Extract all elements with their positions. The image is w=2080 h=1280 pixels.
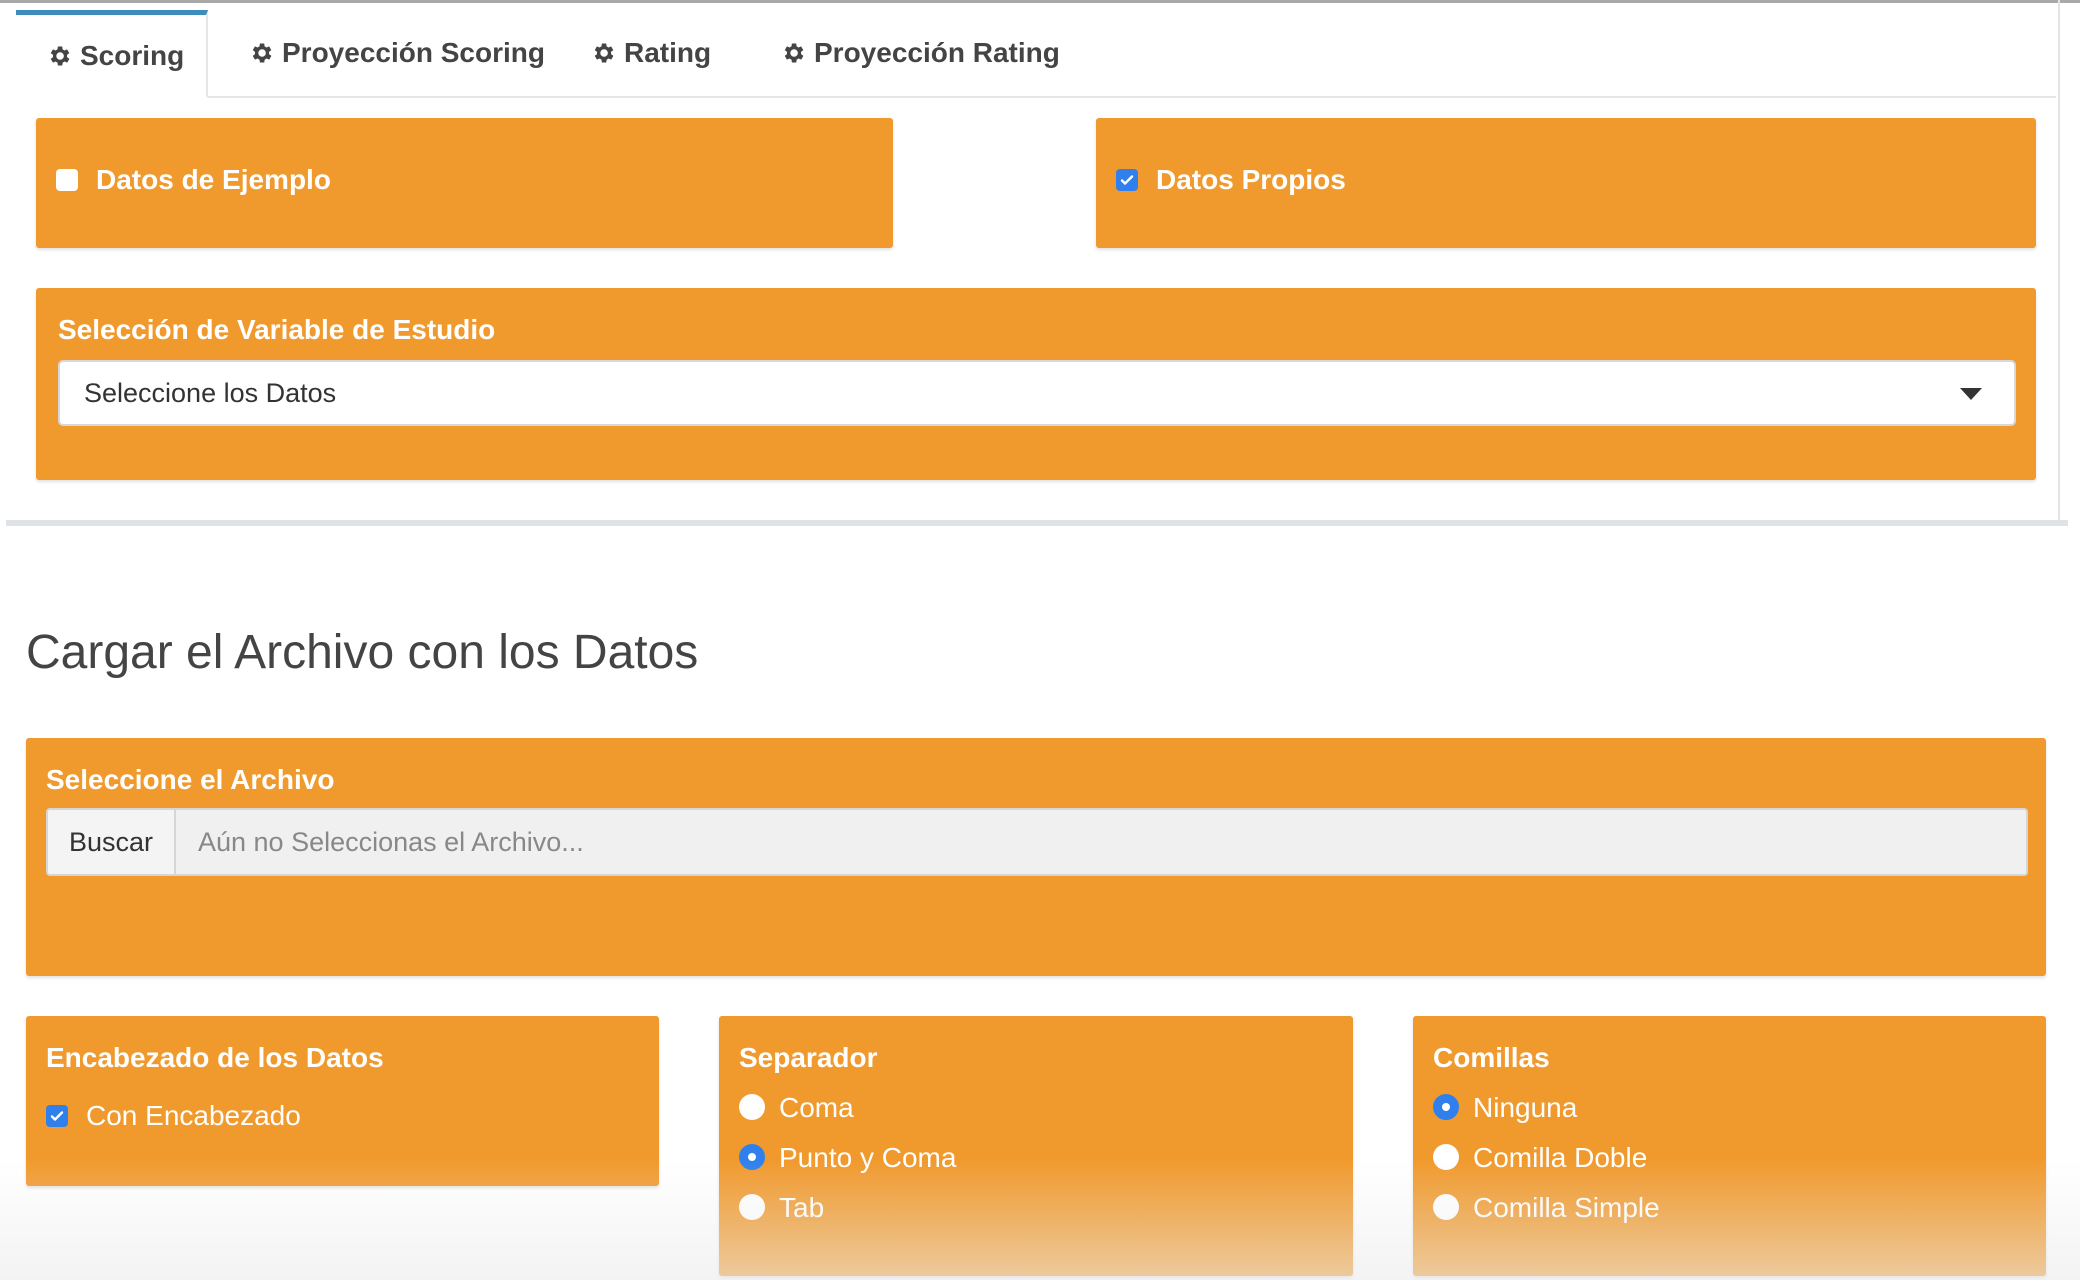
own-data-checkbox[interactable] bbox=[1116, 169, 1138, 191]
separator-title: Separador bbox=[739, 1042, 878, 1073]
header-checkbox-label: Con Encabezado bbox=[86, 1100, 301, 1131]
variable-select[interactable]: Seleccione los Datos bbox=[58, 360, 2016, 426]
gear-icon bbox=[252, 43, 272, 63]
separator-option-label: Tab bbox=[779, 1192, 825, 1223]
gear-icon bbox=[784, 43, 804, 63]
variable-selection-box: Selección de Variable de Estudio Selecci… bbox=[36, 288, 2036, 480]
header-options-box: Encabezado de los Datos Con Encabezado bbox=[26, 1016, 659, 1186]
chevron-down-icon bbox=[1960, 388, 1982, 400]
separator-radio-punto-y-coma[interactable] bbox=[739, 1144, 765, 1170]
quotes-title: Comillas bbox=[1433, 1042, 1550, 1073]
quotes-radio-comilla-doble[interactable] bbox=[1433, 1144, 1459, 1170]
separator-radio-tab[interactable] bbox=[739, 1194, 765, 1220]
gear-icon bbox=[50, 45, 70, 66]
variable-selection-title: Selección de Variable de Estudio bbox=[58, 314, 496, 345]
separator-radio-coma[interactable] bbox=[739, 1094, 765, 1120]
separator-box: Separador Coma Punto y Coma Tab bbox=[719, 1016, 1353, 1276]
section-divider bbox=[6, 520, 2068, 526]
tab-label: Proyección Scoring bbox=[282, 37, 545, 68]
tab-label: Rating bbox=[624, 37, 712, 68]
separator-option-label: Coma bbox=[779, 1092, 854, 1123]
check-icon bbox=[1120, 175, 1134, 185]
header-options-title: Encabezado de los Datos bbox=[46, 1042, 384, 1073]
quotes-option-label: Ninguna bbox=[1473, 1092, 1578, 1123]
panel-edge bbox=[2058, 0, 2060, 520]
file-upload-box: Seleccione el Archivo Buscar Aún no Sele… bbox=[26, 738, 2046, 976]
quotes-option-label: Comilla Doble bbox=[1473, 1142, 1648, 1173]
tab-label: Proyección Rating bbox=[814, 37, 1060, 68]
separator-option-label: Punto y Coma bbox=[779, 1142, 957, 1173]
header-checkbox[interactable] bbox=[46, 1105, 68, 1127]
quotes-radio-comilla-simple[interactable] bbox=[1433, 1194, 1459, 1220]
file-upload-title: Seleccione el Archivo bbox=[46, 764, 335, 795]
variable-select-value: Seleccione los Datos bbox=[84, 378, 337, 408]
check-icon bbox=[50, 1111, 64, 1121]
own-data-label: Datos Propios bbox=[1156, 164, 1346, 195]
tab-label: Scoring bbox=[80, 39, 185, 71]
quotes-radio-ninguna[interactable] bbox=[1433, 1094, 1459, 1120]
own-data-box: Datos Propios bbox=[1096, 118, 2036, 248]
file-input: Buscar Aún no Seleccionas el Archivo... bbox=[46, 808, 2028, 876]
file-name-field[interactable]: Aún no Seleccionas el Archivo... bbox=[176, 808, 2028, 876]
sample-data-label: Datos de Ejemplo bbox=[96, 164, 331, 195]
tab-bar: Scoring Proyección Scoring Rating Proyec… bbox=[16, 10, 2056, 98]
upload-section-title: Cargar el Archivo con los Datos bbox=[26, 626, 699, 679]
gear-icon bbox=[594, 43, 614, 63]
sample-data-checkbox[interactable] bbox=[56, 169, 78, 191]
tab-scoring[interactable]: Scoring bbox=[16, 10, 208, 98]
tab-proyeccion-scoring[interactable]: Proyección Scoring bbox=[248, 10, 545, 96]
quotes-box: Comillas Ninguna Comilla Doble Comilla S… bbox=[1413, 1016, 2046, 1276]
tab-proyeccion-rating[interactable]: Proyección Rating bbox=[780, 10, 1060, 96]
top-border bbox=[0, 0, 2080, 3]
quotes-option-label: Comilla Simple bbox=[1473, 1192, 1660, 1223]
tab-rating[interactable]: Rating bbox=[590, 10, 711, 96]
browse-button[interactable]: Buscar bbox=[46, 808, 176, 876]
sample-data-box: Datos de Ejemplo bbox=[36, 118, 893, 248]
